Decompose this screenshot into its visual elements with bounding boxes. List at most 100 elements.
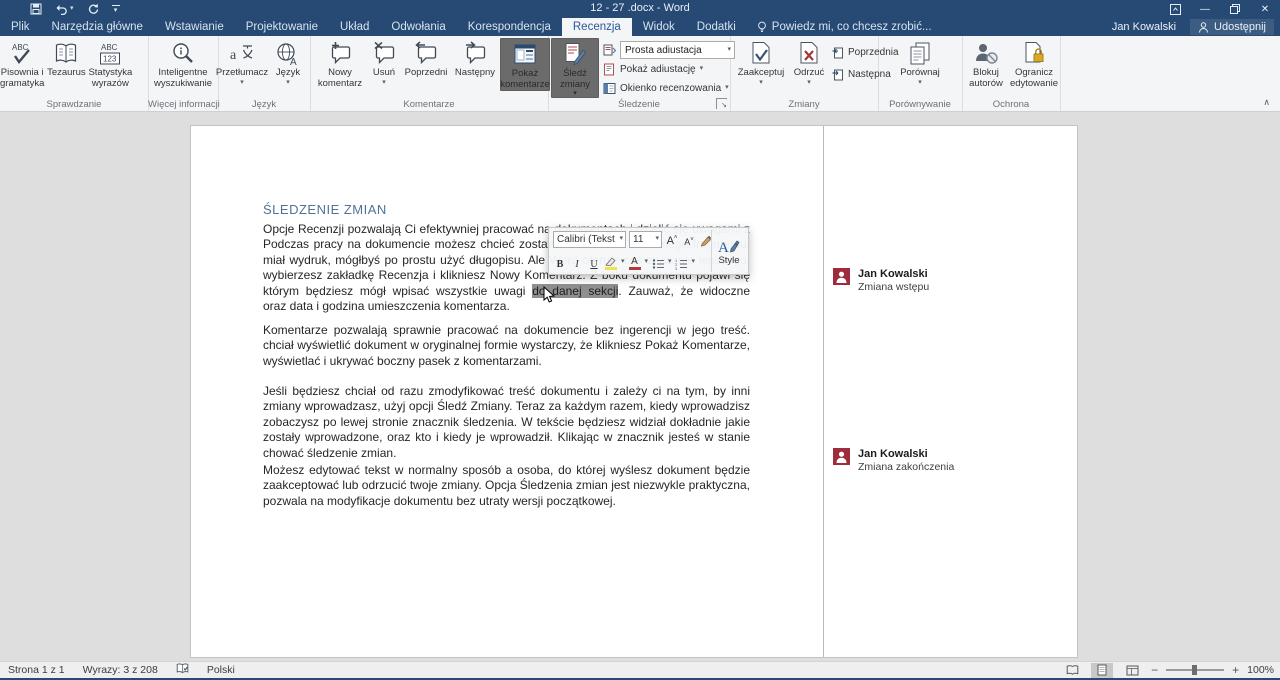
group-komentarze: Nowy komentarz Usuń ▾ Poprzedni Następny (310, 36, 549, 111)
language-button[interactable]: A Język ▾ (266, 38, 310, 86)
shrink-font-button[interactable]: A˅ (682, 231, 696, 247)
delete-comment-button[interactable]: Usuń ▾ (366, 38, 402, 86)
sledzenie-dialog-launcher[interactable]: ↘ (716, 98, 727, 109)
ribbon-tab-bar: Plik Narzędzia główne Wstawianie Projekt… (0, 18, 1280, 36)
smart-lookup-button[interactable]: Inteligentne wyszukiwanie (154, 38, 212, 89)
web-layout-button[interactable] (1121, 663, 1143, 678)
tab-plik[interactable]: Plik (0, 18, 41, 36)
tab-odwolania[interactable]: Odwołania (380, 18, 456, 36)
page-indicator[interactable]: Strona 1 z 1 (8, 664, 65, 676)
highlight-button[interactable] (604, 254, 618, 270)
tab-widok[interactable]: Widok (632, 18, 686, 36)
read-mode-button[interactable] (1061, 663, 1083, 678)
show-comments-button[interactable]: Pokaż komentarze (500, 38, 550, 91)
zoom-slider-handle[interactable] (1192, 665, 1197, 675)
tab-narzedzia-glowne[interactable]: Narzędzia główne (41, 18, 154, 36)
word-count-indicator[interactable]: Wyrazy: 3 z 208 (83, 664, 158, 676)
zoom-out-button[interactable]: − (1151, 663, 1158, 677)
thesaurus-button[interactable]: Tezaurus (44, 38, 88, 79)
undo-dropdown-caret[interactable]: ▾ (70, 6, 74, 12)
restore-button[interactable] (1220, 0, 1250, 18)
new-comment-label: Nowy komentarz (318, 68, 362, 89)
group-label-ochrona: Ochrona (962, 99, 1060, 110)
underline-button[interactable]: U (587, 254, 601, 270)
svg-text:A: A (290, 57, 297, 67)
previous-comment-button[interactable]: Poprzedni (402, 38, 450, 79)
close-button[interactable]: ✕ (1250, 0, 1280, 18)
compare-icon (907, 41, 933, 67)
zoom-level[interactable]: 100% (1247, 664, 1274, 676)
tab-korespondencja[interactable]: Korespondencja (457, 18, 562, 36)
print-layout-button[interactable] (1091, 663, 1113, 678)
bold-button[interactable]: B (553, 254, 567, 270)
reject-button[interactable]: Odrzuć ▾ (789, 38, 829, 86)
numbering-caret[interactable]: ▾ (692, 259, 696, 265)
reviewing-pane-button[interactable]: Okienko recenzowania ▾ (603, 79, 735, 97)
tab-uklad[interactable]: Układ (329, 18, 380, 36)
translate-button[interactable]: a Przetłumacz ▾ (218, 38, 266, 86)
zoom-slider[interactable] (1166, 669, 1224, 671)
font-color-caret[interactable]: ▾ (645, 259, 649, 265)
previous-change-icon (831, 46, 844, 59)
new-comment-button[interactable]: Nowy komentarz (314, 38, 366, 89)
doc-line: Możesz edytować tekst w normalny sposób … (263, 463, 750, 478)
highlight-caret[interactable]: ▾ (621, 259, 625, 265)
next-comment-icon (462, 41, 488, 66)
doc-line-with-selection: którym będziesz mógł wpisać wszystkie uw… (263, 284, 750, 299)
group-label-komentarze: Komentarze (310, 99, 548, 110)
grow-font-button[interactable]: A˄ (665, 231, 679, 247)
font-name-caret: ▾ (619, 236, 623, 242)
language-indicator[interactable]: Polski (207, 664, 235, 676)
track-changes-button[interactable]: Śledź zmiany ▾ (551, 38, 599, 98)
redo-button[interactable] (87, 3, 99, 15)
numbering-button[interactable]: 123 (675, 254, 689, 270)
paragraph-4: Możesz edytować tekst w normalny sposób … (263, 463, 750, 509)
restrict-editing-icon (1021, 41, 1047, 67)
next-change-icon (831, 68, 844, 81)
tab-projektowanie[interactable]: Projektowanie (235, 18, 329, 36)
zoom-in-button[interactable]: + (1232, 663, 1239, 677)
paragraph-3: Jeśli będziesz chciał od razu zmodyfikow… (263, 384, 750, 461)
comment-card[interactable]: Jan Kowalski Zmiana zakończenia (833, 448, 1063, 474)
font-name-combobox[interactable]: Calibri (Tekst ▾ (553, 231, 626, 248)
collapse-ribbon-button[interactable]: ∧ (1263, 97, 1270, 108)
styles-button[interactable]: A▾ Style (711, 230, 746, 272)
show-markup-button[interactable]: Pokaż adiustację ▾ (603, 60, 735, 78)
document-page[interactable]: ŚLEDZENIE ZMIAN Opcje Recenzji pozwalają… (190, 125, 1078, 658)
word-count-button[interactable]: ABC123 Statystyka wyrazów (88, 38, 132, 89)
undo-button[interactable]: ▾ (55, 4, 74, 15)
block-authors-button[interactable]: Blokuj autorów (964, 38, 1008, 89)
bullets-button[interactable] (651, 254, 665, 270)
tab-recenzja[interactable]: Recenzja (562, 18, 632, 36)
spelling-grammar-button[interactable]: ABC Pisownia i gramatyka (0, 38, 44, 89)
delete-comment-icon (371, 41, 397, 66)
restrict-editing-button[interactable]: Ogranicz edytowanie (1010, 38, 1058, 89)
group-zmiany: Zaakceptuj ▾ Odrzuć ▾ Poprzednia Następn (730, 36, 879, 111)
svg-text:ABC: ABC (12, 43, 29, 52)
comment-card[interactable]: Jan Kowalski Zmiana wstępu (833, 268, 1063, 294)
tab-dodatki[interactable]: Dodatki (686, 18, 747, 36)
save-button[interactable] (30, 3, 42, 15)
reject-label: Odrzuć (794, 68, 825, 79)
font-color-button[interactable]: A (628, 254, 642, 270)
ribbon-display-options-button[interactable] (1160, 0, 1190, 18)
proofing-status-button[interactable] (176, 663, 189, 677)
svg-text:▾: ▾ (735, 242, 739, 249)
customize-qat-button[interactable]: ▾ (112, 5, 120, 14)
display-for-review-combobox[interactable]: Prosta adiustacja ▾ (620, 41, 735, 59)
tell-me-box[interactable]: Powiedz mi, co chcesz zrobić... (747, 18, 942, 36)
reviewing-pane-label: Okienko recenzowania (620, 83, 721, 94)
accept-button[interactable]: Zaakceptuj ▾ (735, 38, 787, 86)
minimize-button[interactable]: — (1190, 0, 1220, 18)
user-name[interactable]: Jan Kowalski (1112, 21, 1176, 33)
doc-line: zmiany wprowadzasz, użyj opcji Śledź Zmi… (263, 399, 750, 414)
font-size-combobox[interactable]: 11 ▾ (629, 231, 662, 248)
share-button[interactable]: Udostępnij (1190, 19, 1274, 35)
bullets-icon (652, 258, 665, 270)
tab-wstawianie[interactable]: Wstawianie (154, 18, 235, 36)
compare-button[interactable]: Porównaj ▾ (898, 38, 942, 86)
font-size-value: 11 (633, 234, 643, 245)
next-comment-button[interactable]: Następny (450, 38, 500, 79)
bullets-caret[interactable]: ▾ (668, 259, 672, 265)
italic-button[interactable]: I (570, 254, 584, 270)
